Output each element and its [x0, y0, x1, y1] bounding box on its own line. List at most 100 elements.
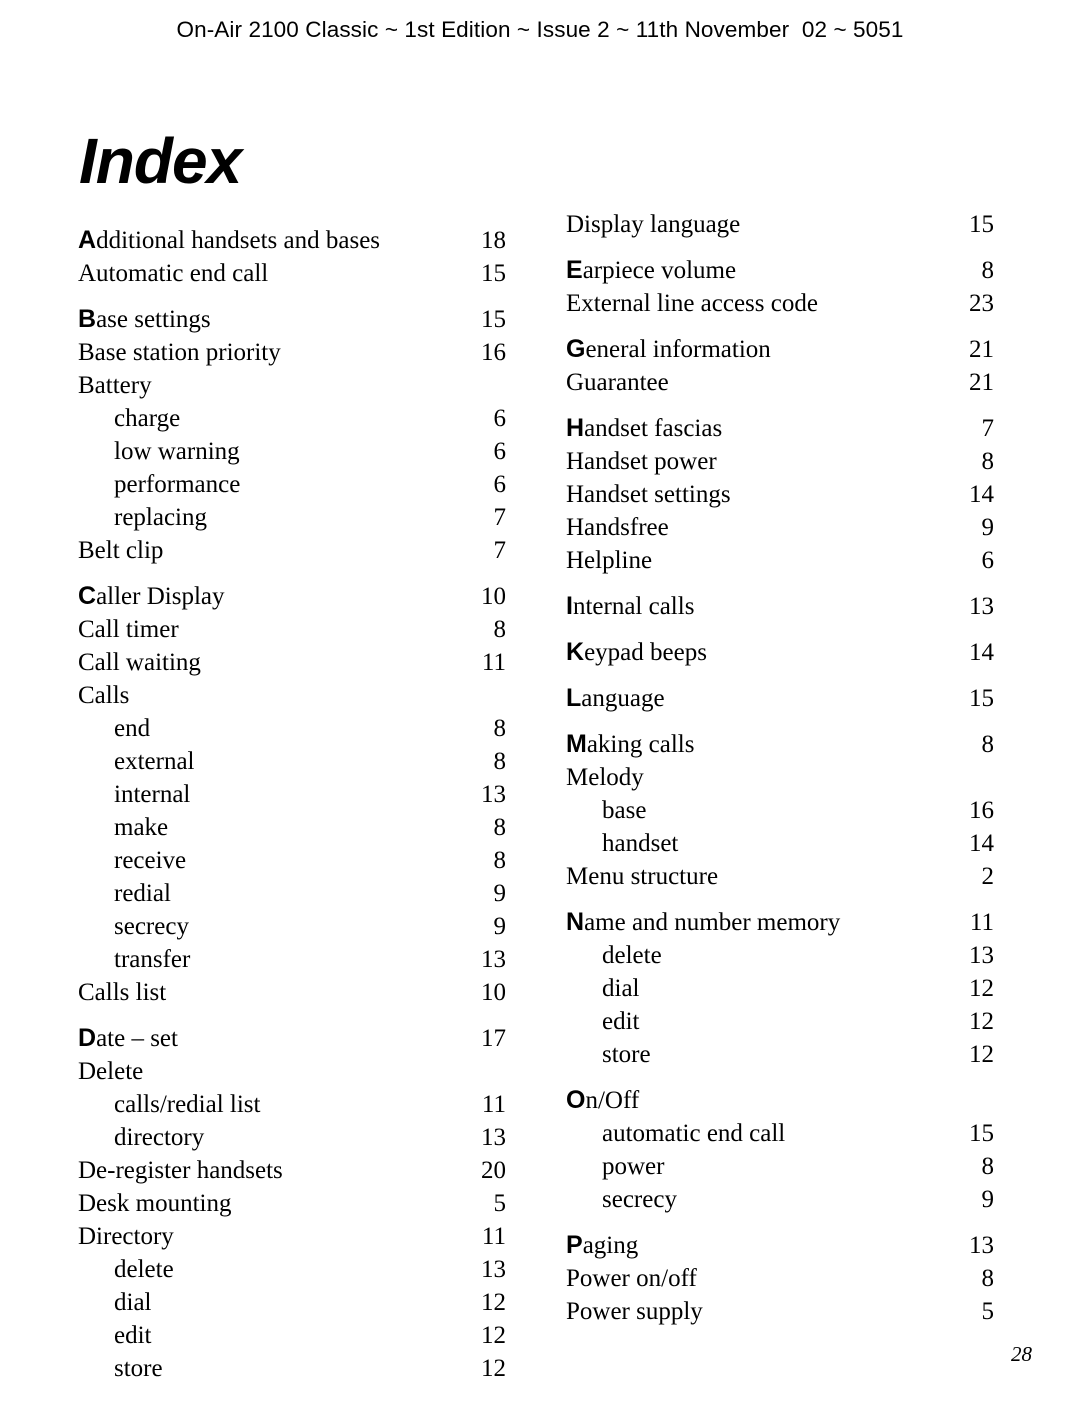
- index-section-initial: P: [566, 1231, 583, 1259]
- index-entry-label: internal: [114, 778, 190, 811]
- index-entry-label: Call waiting: [78, 646, 201, 679]
- index-entry-text: Call timer: [78, 616, 179, 643]
- index-entry-page-number: 15: [969, 1120, 994, 1147]
- index-section-initial: O: [566, 1086, 586, 1114]
- index-entry-page-number: 8: [493, 847, 507, 874]
- index-subentry: store 12: [78, 1352, 506, 1385]
- index-entry-text: performance: [114, 471, 241, 498]
- index-entry-text: secrecy: [602, 1186, 677, 1213]
- index-entry: De-register handsets 20: [78, 1154, 506, 1187]
- index-entry: Handsfree 9: [566, 511, 994, 544]
- index-entry-label: end: [114, 712, 150, 745]
- index-entry-page-number: 6: [493, 438, 507, 465]
- index-entry: Automatic end call 15: [78, 257, 506, 290]
- index-entry: Battery: [78, 369, 506, 402]
- index-entry-page-number: 8: [493, 715, 507, 742]
- index-entry-text: low warning: [114, 438, 240, 465]
- index-section-initial: D: [78, 1024, 97, 1052]
- index-entry-page-number: 23: [969, 290, 994, 317]
- index-entry: Base settings 15: [78, 303, 506, 336]
- index-entry: Melody: [566, 761, 994, 794]
- index-entry-page-number: 13: [481, 1124, 506, 1151]
- index-entry-page-number: 5: [493, 1190, 507, 1217]
- index-entry-page-number: 14: [969, 830, 994, 857]
- index-entry-label: Making calls: [566, 728, 694, 761]
- index-entry-page-number: 15: [969, 685, 994, 712]
- index-entry-text: directory: [114, 1124, 205, 1151]
- index-entry-page-number: 13: [969, 593, 994, 620]
- index-entry-label: dial: [602, 972, 640, 1005]
- index-entry-text: eypad beeps: [584, 639, 707, 666]
- index-entry-label: redial: [114, 877, 171, 910]
- index-entry-label: Additional handsets and bases: [78, 224, 380, 257]
- index-entry: Guarantee 21: [566, 366, 994, 399]
- index-entry-text: handset: [602, 830, 679, 857]
- index-subentry: internal 13: [78, 778, 506, 811]
- index-entry-label: replacing: [114, 501, 207, 534]
- index-entry-page-number: 18: [481, 227, 506, 254]
- index-entry-page-number: 11: [481, 1091, 506, 1118]
- index-entry-page-number: 13: [481, 1256, 506, 1283]
- index-entry-label: make: [114, 811, 168, 844]
- index-section-initial: H: [566, 414, 585, 442]
- index-subentry: power 8: [566, 1150, 994, 1183]
- index-column-left: Additional handsets and bases 18 Automatic…: [78, 211, 506, 1385]
- index-entry-page-number: 8: [981, 257, 995, 284]
- index-entry-page-number: 7: [493, 504, 507, 531]
- index-entry-label: low warning: [114, 435, 240, 468]
- index-entry-text: Guarantee: [566, 369, 669, 396]
- index-entry-text: n/Off: [585, 1087, 640, 1114]
- index-entry-page-number: 5: [981, 1298, 995, 1325]
- index-entry-label: Calls list: [78, 976, 166, 1009]
- index-entry-label: Guarantee: [566, 366, 669, 399]
- index-entry: Calls list 10: [78, 976, 506, 1009]
- index-section-initial: K: [566, 638, 585, 666]
- index-entry: Language 15: [566, 682, 994, 715]
- index-entry-page-number: 8: [981, 1153, 995, 1180]
- index-entry-label: calls/redial list: [114, 1088, 260, 1121]
- index-entry: Delete: [78, 1055, 506, 1088]
- index-entry-text: Power supply: [566, 1298, 703, 1325]
- index-entry-text: Base station priority: [78, 339, 281, 366]
- index-entry: On/Off: [566, 1084, 994, 1117]
- index-entry-page-number: 10: [481, 979, 506, 1006]
- index-entry-page-number: 15: [481, 260, 506, 287]
- index-entry-page-number: 12: [969, 975, 994, 1002]
- index-entry-label: delete: [114, 1253, 174, 1286]
- index-entry-text: external: [114, 748, 195, 775]
- index-entry-label: Helpline: [566, 544, 652, 577]
- index-entry-text: secrecy: [114, 913, 189, 940]
- index-entry: Internal calls 13: [566, 590, 994, 623]
- index-entry-text: make: [114, 814, 169, 841]
- index-entry: Calls: [78, 679, 506, 712]
- index-entry-page-number: 16: [481, 339, 506, 366]
- index-entry-text: External line access code: [566, 290, 818, 317]
- index-subentry: charge 6: [78, 402, 506, 435]
- index-entry-page-number: 16: [969, 797, 994, 824]
- index-entry-page-number: 9: [493, 880, 507, 907]
- index-section-initial: M: [566, 730, 587, 758]
- index-entry: Base station priority 16: [78, 336, 506, 369]
- index-entry-label: Calls: [78, 679, 129, 712]
- index-section-initial: C: [78, 582, 97, 610]
- index-entry-label: edit: [114, 1319, 152, 1352]
- index-entry-page-number: 15: [481, 306, 506, 333]
- index-subentry: directory 13: [78, 1121, 506, 1154]
- index-entry-text: ate – set: [96, 1025, 178, 1052]
- index-entry-page-number: 6: [981, 547, 995, 574]
- index-entry-label: Caller Display: [78, 580, 225, 613]
- index-entry-page-number: 21: [969, 336, 994, 363]
- index-entry: Caller Display 10: [78, 580, 506, 613]
- page-number-folio: 28: [1011, 1342, 1032, 1366]
- index-entry-page-number: 13: [481, 946, 506, 973]
- index-entry-label: Power supply: [566, 1295, 703, 1328]
- index-entry: Call waiting 11: [78, 646, 506, 679]
- index-section-initial: N: [566, 908, 585, 936]
- index-entry-text: aking calls: [586, 731, 695, 758]
- index-entry-page-number: 12: [481, 1322, 506, 1349]
- index-entry: Paging 13: [566, 1229, 994, 1262]
- index-entry-text: dial: [602, 975, 640, 1002]
- index-entry: General information 21: [566, 333, 994, 366]
- index-entry-text: edit: [602, 1008, 640, 1035]
- index-entry: Handset fascias 7: [566, 412, 994, 445]
